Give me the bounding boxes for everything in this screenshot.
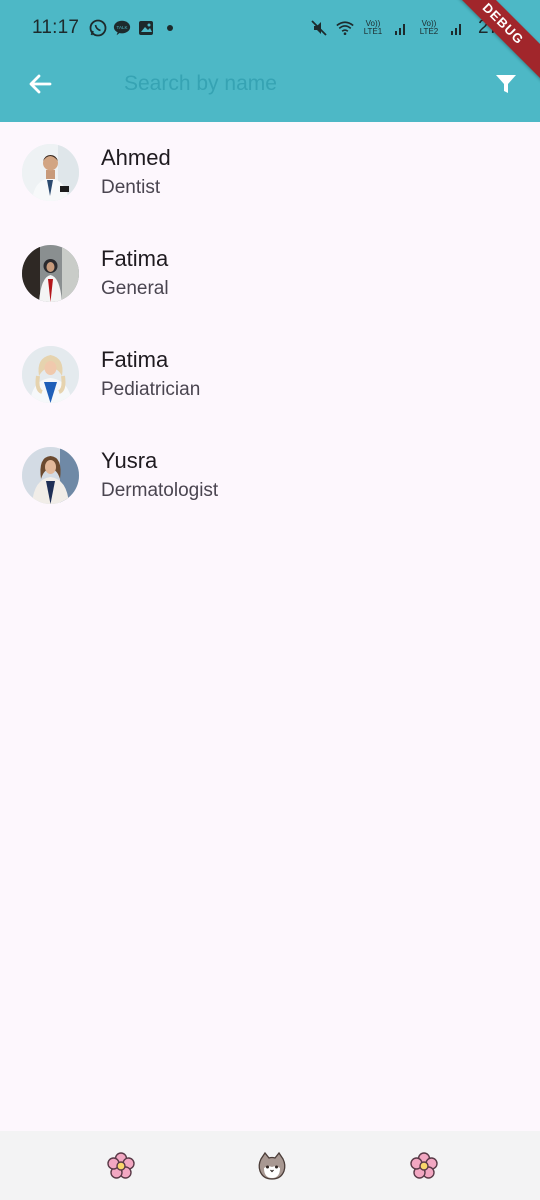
doctor-specialty: Pediatrician (101, 378, 201, 400)
cat-icon (258, 1151, 286, 1180)
filter-button[interactable] (490, 68, 522, 100)
doctor-avatar (22, 245, 79, 302)
bottom-navigation (0, 1131, 540, 1200)
doctor-list-item[interactable]: Yusra Dermatologist (0, 425, 540, 526)
network-lte2-label: Vo)) LTE2 (419, 19, 439, 36)
search-input[interactable] (124, 66, 454, 102)
doctor-name: Fatima (101, 245, 169, 271)
status-bar: 11:17 TALK Vo)) LTE1 Vo)) LTE2 (0, 0, 540, 56)
doctor-list: Ahmed Dentist Fatima General Fatima Pedi… (0, 122, 540, 526)
doctor-list-item[interactable]: Fatima General (0, 223, 540, 324)
doctor-name: Yusra (101, 447, 158, 473)
nav-cat-button[interactable] (257, 1151, 287, 1181)
back-button[interactable] (24, 68, 56, 100)
wifi-icon (336, 19, 354, 37)
doctor-specialty: General (101, 277, 169, 299)
network-lte1-label: Vo)) LTE1 (363, 19, 383, 36)
flower-icon (107, 1152, 135, 1179)
doctor-specialty: Dermatologist (101, 479, 219, 501)
nav-flower-right-button[interactable] (409, 1151, 439, 1181)
status-time: 11:17 (32, 17, 80, 38)
top-bar: 11:17 TALK Vo)) LTE1 Vo)) LTE2 Search by… (0, 0, 540, 122)
doctor-avatar (22, 144, 79, 201)
app-bar (0, 56, 540, 122)
doctor-list-item[interactable]: Ahmed Dentist (0, 122, 540, 223)
notification-dot-icon (161, 19, 179, 37)
mute-icon (310, 19, 328, 37)
filter-icon (496, 75, 516, 93)
doctor-name: Fatima (101, 346, 169, 372)
arrow-left-icon (29, 74, 52, 94)
gallery-icon (137, 19, 155, 37)
doctor-avatar (22, 346, 79, 403)
doctor-avatar (22, 447, 79, 504)
doctor-specialty: Dentist (101, 176, 161, 198)
nav-flower-left-button[interactable] (106, 1151, 136, 1181)
talk-icon: TALK (113, 19, 131, 37)
whatsapp-icon (89, 19, 107, 37)
doctor-list-item[interactable]: Fatima Pediatrician (0, 324, 540, 425)
flower-icon (410, 1152, 438, 1179)
signal-icon (392, 19, 410, 37)
svg-text:TALK: TALK (117, 25, 128, 30)
doctor-name: Ahmed (101, 144, 171, 170)
signal-icon (448, 19, 466, 37)
